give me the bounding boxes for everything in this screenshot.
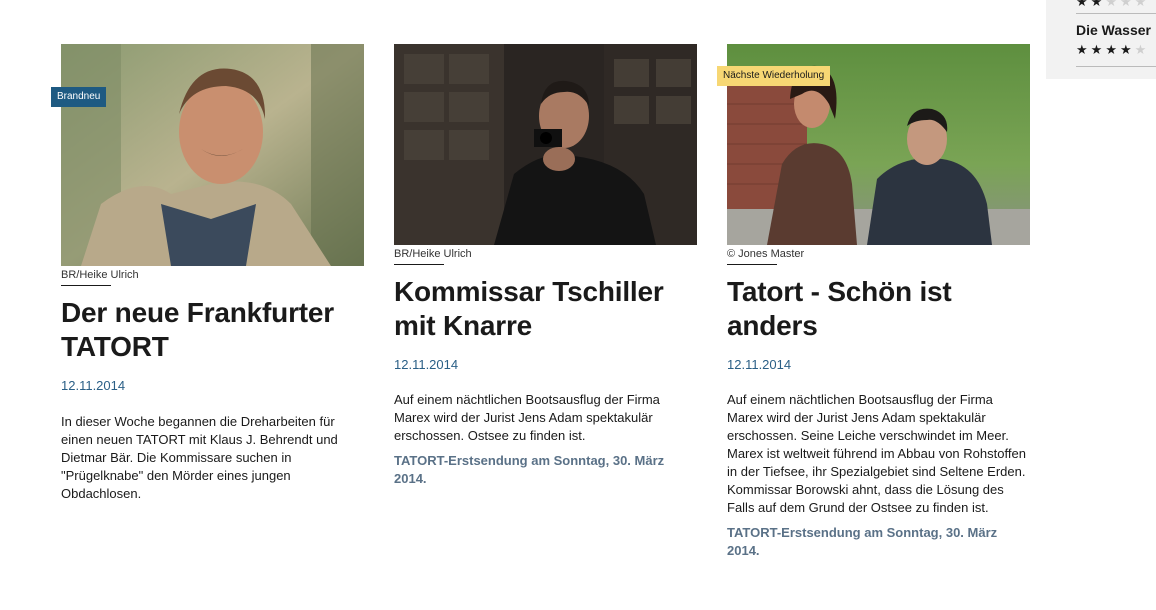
star-icon: ★ (1076, 42, 1091, 57)
star-empty-icon: ★ (1105, 0, 1120, 9)
article-photo[interactable]: Brandneu (51, 44, 364, 266)
photo-gunman-corridor (394, 44, 697, 245)
badge-next-repeat: Nächste Wiederholung (717, 66, 831, 86)
article-photo[interactable] (394, 44, 697, 245)
photo-credit: BR/Heike Ulrich (61, 269, 139, 281)
article-description: Auf einem nächtlichen Bootsausflug der F… (727, 392, 1026, 515)
star-icon: ★ (1105, 42, 1120, 57)
badge-brand-new: Brandneu (51, 87, 107, 107)
article-date: 12.11.2014 (727, 357, 792, 372)
airing-info: TATORT-Erstsendung am Sonntag, 30. März … (727, 525, 998, 558)
side-panel: ★★★★★ Die Wasser ★★★★★ (1046, 0, 1156, 79)
article-card: Nächste Wiederholung © Jones Master Tato… (717, 44, 1030, 560)
divider (727, 264, 777, 265)
article-photo[interactable]: Nächste Wiederholung (717, 44, 1030, 245)
article-date: 12.11.2014 (61, 378, 126, 393)
rating-stars-item: ★★★★★ (1076, 42, 1149, 58)
divider (1076, 13, 1156, 14)
star-empty-icon: ★ (1119, 0, 1135, 9)
star-empty-icon: ★ (1134, 42, 1150, 57)
photo-credit: © Jones Master (727, 248, 805, 260)
article-description: In dieser Woche begannen die Dreharbeite… (61, 414, 338, 501)
airing-info: TATORT-Erstsendung am Sonntag, 30. März … (394, 453, 665, 486)
star-empty-icon: ★ (1134, 0, 1150, 9)
divider (394, 264, 444, 265)
rating-stars-top: ★★★★★ (1076, 0, 1149, 10)
article-title[interactable]: Der neue Frankfurter TATORT (61, 296, 364, 364)
side-item-title[interactable]: Die Wasser (1076, 22, 1151, 38)
article-card: Brandneu BR/Heike Ulrich Der neue Frankf… (51, 44, 364, 503)
article-title[interactable]: Tatort - Schön ist anders (727, 275, 1030, 343)
article-title[interactable]: Kommissar Tschiller mit Knarre (394, 275, 697, 343)
article-card: BR/Heike Ulrich Kommissar Tschiller mit … (394, 44, 697, 488)
divider (61, 285, 111, 286)
divider (1076, 66, 1156, 67)
star-icon: ★ (1090, 0, 1106, 9)
photo-credit: BR/Heike Ulrich (394, 248, 472, 260)
star-icon: ★ (1119, 42, 1135, 57)
photo-detective-portrait (61, 44, 364, 266)
star-icon: ★ (1076, 0, 1091, 9)
star-icon: ★ (1090, 42, 1106, 57)
article-date: 12.11.2014 (394, 357, 459, 372)
article-description: Auf einem nächtlichen Bootsausflug der F… (394, 392, 660, 443)
